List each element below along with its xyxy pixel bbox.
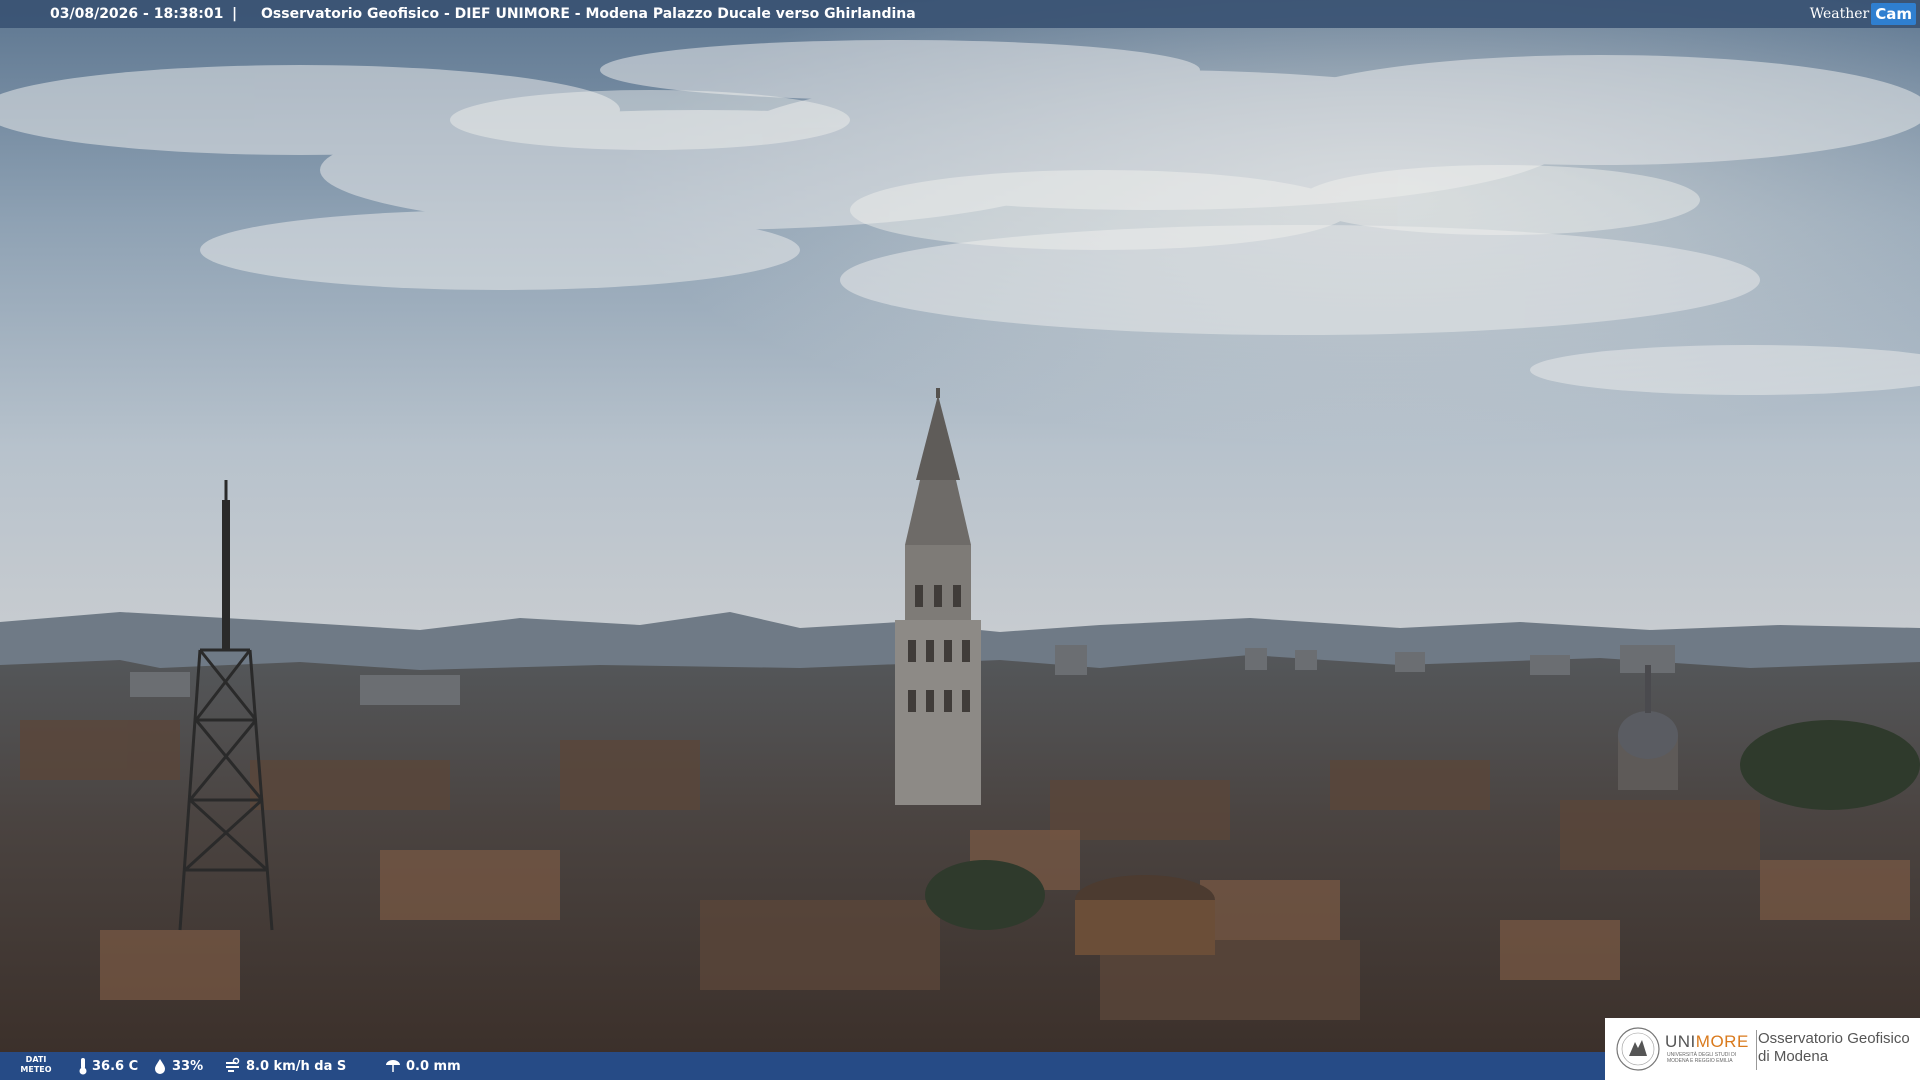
- weathercam-word: Weather: [1809, 6, 1870, 22]
- rain-reading: 0.0 mm: [384, 1052, 461, 1080]
- wind-value: 8.0 km/h da S: [246, 1058, 347, 1074]
- weathercam-logo: Weather Cam: [1810, 0, 1920, 28]
- thermometer-icon: [79, 1058, 87, 1075]
- wind-icon: [226, 1057, 240, 1072]
- caption-bar: 03/08/2026 - 18:38:01 | Osservatorio Geo…: [0, 0, 1920, 28]
- unimore-subtitle: UNIVERSITÀ DEGLI STUDI DI MODENA E REGGI…: [1667, 1052, 1737, 1064]
- humidity-value: 33%: [172, 1058, 204, 1074]
- weather-data-label: DATI METEO: [20, 1055, 52, 1074]
- unimore-crest-icon: [1616, 1027, 1660, 1071]
- rain-gauge-icon: [386, 1060, 400, 1072]
- rain-value: 0.0 mm: [406, 1058, 461, 1074]
- camera-title: Osservatorio Geofisico - DIEF UNIMORE - …: [261, 6, 916, 22]
- weathercam-cam: Cam: [1871, 3, 1916, 25]
- logo-divider: [1756, 1030, 1757, 1070]
- wind-reading: 8.0 km/h da S: [224, 1052, 346, 1080]
- timestamp: 03/08/2026 - 18:38:01: [50, 6, 224, 22]
- caption-separator: |: [232, 6, 238, 22]
- humidity-reading: 33%: [152, 1052, 203, 1080]
- unimore-wordmark: UNIMORE: [1665, 1032, 1749, 1051]
- temperature-value: 36.6 C: [92, 1058, 139, 1074]
- weather-data-bar: DATI METEO 36.6 C 33% 8.0 km/h da S 0.0 …: [0, 1052, 1605, 1080]
- temperature-reading: 36.6 C: [78, 1052, 138, 1080]
- city-skyline-photo: [0, 0, 1920, 1080]
- humidity-drop-icon: [155, 1059, 165, 1074]
- unimore-logo: UNIMORE UNIVERSITÀ DEGLI STUDI DI MODENA…: [1605, 1018, 1920, 1080]
- observatory-name: Osservatorio Geofisico di Modena: [1758, 1030, 1910, 1065]
